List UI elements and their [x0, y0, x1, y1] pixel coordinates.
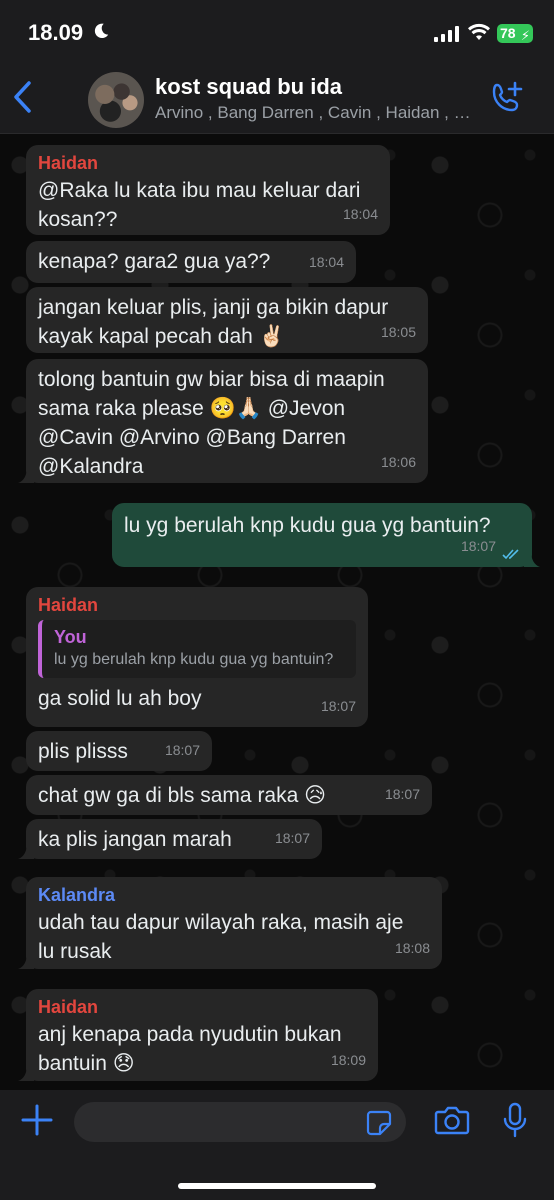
message-bubble[interactable]: plis plisss 18:07: [26, 731, 212, 771]
message-time: 18:09: [330, 1052, 366, 1068]
message-text: udah tau dapur wilayah raka, masih aje l…: [38, 911, 404, 963]
message-time: 18:06: [380, 454, 416, 470]
camera-icon[interactable]: [434, 1104, 470, 1136]
mic-icon[interactable]: [502, 1102, 528, 1138]
message-bubble[interactable]: Haidan You lu yg berulah knp kudu gua yg…: [26, 587, 368, 727]
message-time: 18:08: [394, 940, 430, 956]
bubble-tail: [18, 1065, 34, 1081]
message-time: 18:07: [320, 698, 356, 714]
message-text: kenapa? gara2 gua ya??: [38, 250, 271, 273]
plus-icon[interactable]: [20, 1103, 54, 1137]
message-bubble[interactable]: chat gw ga di bls sama raka 😥 18:07: [26, 775, 432, 815]
sender-name: Haidan: [38, 997, 99, 1017]
message-time: 18:04: [342, 206, 378, 222]
sender-name: Kalandra: [38, 885, 116, 905]
quoted-message[interactable]: You lu yg berulah knp kudu gua yg bantui…: [38, 620, 356, 678]
message-text: ka plis jangan marah: [38, 828, 232, 851]
message-text: anj kenapa pada nyudutin bukan bantuin 😞: [38, 1023, 342, 1075]
message-text: ga solid lu ah boy: [38, 687, 202, 710]
message-text: chat gw ga di bls sama raka 😥: [38, 784, 327, 807]
bubble-tail: [524, 551, 540, 567]
status-bar: 18.09 78 ⚡: [0, 0, 554, 62]
quote-text: lu yg berulah knp kudu gua yg bantuin?: [54, 651, 334, 668]
bubble-tail: [18, 467, 34, 483]
status-time: 18.09: [28, 20, 84, 45]
message-input[interactable]: [74, 1102, 406, 1142]
message-bubble[interactable]: jangan keluar plis, janji ga bikin dapur…: [26, 287, 428, 353]
moon-icon: [94, 23, 109, 39]
message-bubble[interactable]: Kalandra udah tau dapur wilayah raka, ma…: [18, 877, 442, 969]
signal-icon: [434, 26, 459, 42]
chat-members[interactable]: Arvino , Bang Darren , Cavin , Haidan , …: [155, 103, 477, 123]
message-bubble[interactable]: Haidan anj kenapa pada nyudutin bukan ba…: [18, 989, 378, 1081]
charging-icon: ⚡: [520, 28, 530, 43]
wifi-icon: [468, 23, 490, 40]
battery-level: 78: [500, 25, 516, 41]
message-time: 18:07: [384, 786, 420, 802]
composer-bar: [0, 1090, 554, 1200]
message-bubble[interactable]: Haidan @Raka lu kata ibu mau keluar dari…: [26, 145, 390, 235]
home-indicator[interactable]: [178, 1183, 376, 1189]
message-text: tolong bantuin gw biar bisa di maapin sa…: [38, 368, 385, 478]
message-time: 18:07: [164, 742, 200, 758]
sender-name: Haidan: [38, 595, 99, 615]
message-text: jangan keluar plis, janji ga bikin dapur…: [38, 296, 389, 348]
message-bubble[interactable]: ka plis jangan marah 18:07: [18, 819, 322, 859]
chat-area[interactable]: Haidan @Raka lu kata ibu mau keluar dari…: [0, 135, 554, 1090]
quote-author: You: [54, 627, 87, 647]
read-ticks-icon: [502, 549, 519, 560]
message-time: 18:05: [380, 324, 416, 340]
add-call-icon[interactable]: [490, 80, 526, 116]
message-time: 18:07: [460, 538, 496, 554]
sticker-icon[interactable]: [366, 1110, 392, 1136]
message-bubble[interactable]: kenapa? gara2 gua ya?? 18:04: [26, 241, 356, 283]
message-time: 18:04: [308, 254, 344, 270]
bubble-tail: [18, 953, 34, 969]
group-avatar[interactable]: [88, 72, 144, 128]
back-icon[interactable]: [10, 80, 36, 114]
chat-header: kost squad bu ida Arvino , Bang Darren ,…: [0, 62, 554, 134]
chat-title[interactable]: kost squad bu ida: [155, 74, 342, 100]
message-text: @Raka lu kata ibu mau keluar dari kosan?…: [38, 179, 361, 231]
message-bubble[interactable]: tolong bantuin gw biar bisa di maapin sa…: [18, 359, 428, 483]
message-bubble-outgoing[interactable]: lu yg berulah knp kudu gua yg bantuin? 1…: [112, 503, 540, 567]
sender-name: Haidan: [38, 153, 99, 173]
bubble-tail: [18, 843, 34, 859]
message-time: 18:07: [274, 830, 310, 846]
battery-indicator: 78 ⚡: [497, 24, 533, 43]
